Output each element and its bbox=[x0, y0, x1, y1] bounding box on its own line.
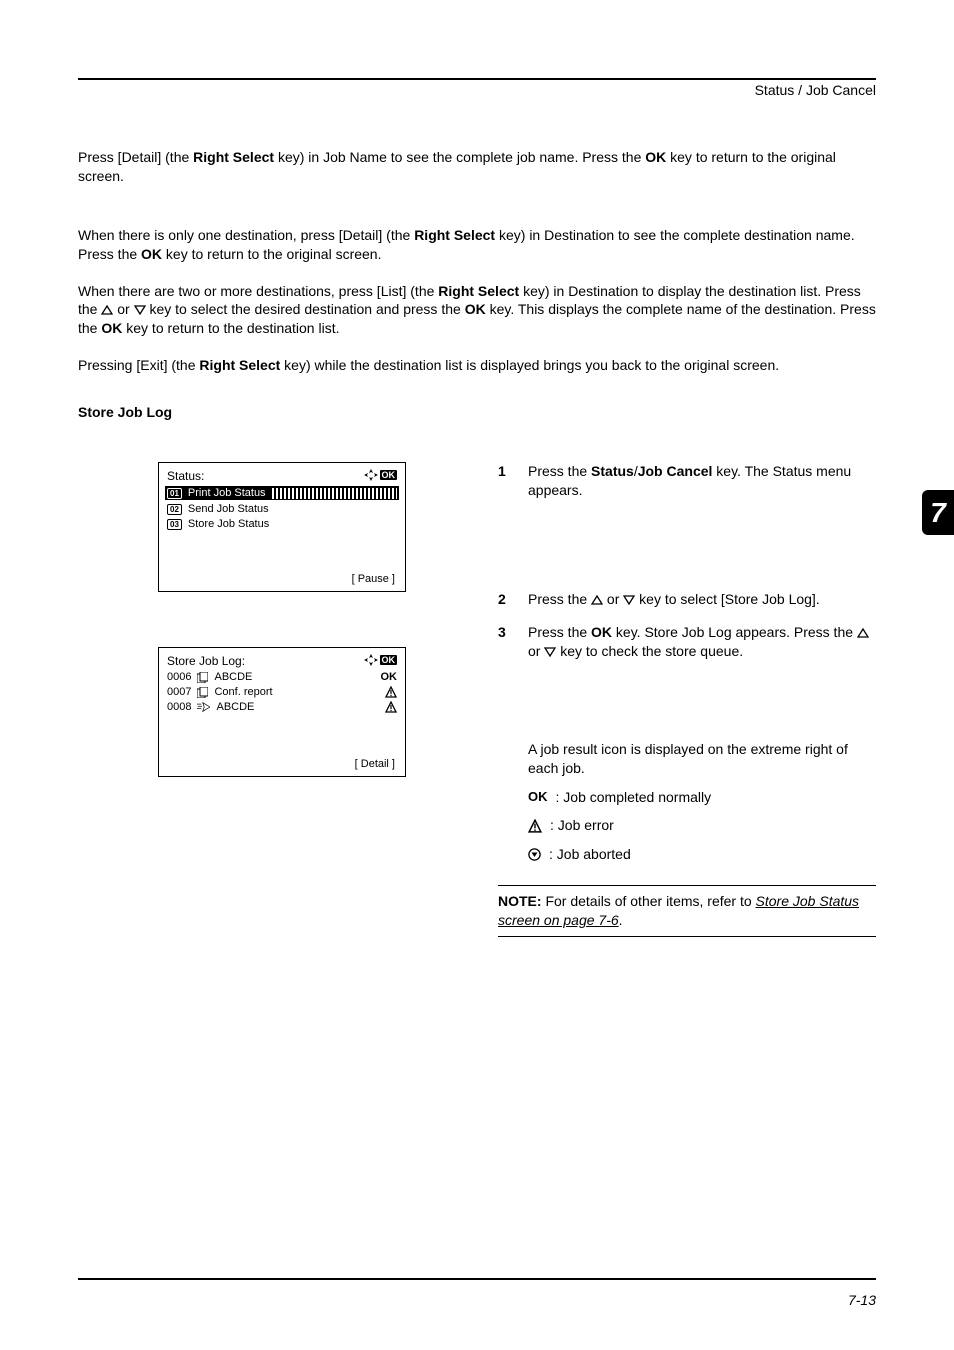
down-triangle-icon bbox=[623, 595, 635, 605]
scan-icon bbox=[197, 672, 208, 683]
result-explain: A job result icon is displayed on the ex… bbox=[528, 740, 876, 936]
scan-icon bbox=[197, 687, 208, 698]
warning-icon bbox=[385, 686, 397, 698]
warning-icon bbox=[528, 819, 542, 833]
menu-item-print-job: 01 Print Job Status bbox=[165, 486, 399, 500]
abort-icon bbox=[528, 847, 541, 860]
send-icon bbox=[197, 702, 210, 712]
result-ok-icon: OK bbox=[381, 671, 398, 683]
paragraph-1: Press [Detail] (the Right Select key) in… bbox=[78, 148, 876, 186]
panel1-title: Status: bbox=[167, 469, 204, 483]
panel2-title: Store Job Log: bbox=[167, 654, 245, 668]
nav-ok-icon: OK bbox=[364, 654, 398, 666]
step-2: 2 Press the or key to select [Store Job … bbox=[498, 590, 876, 609]
nav-ok-icon: OK bbox=[364, 469, 398, 481]
result-abort-line: : Job aborted bbox=[528, 845, 876, 863]
step-1: 1 Press the Status/Job Cancel key. The S… bbox=[498, 462, 876, 500]
panel1-softkey: [ Pause ] bbox=[352, 573, 395, 585]
paragraph-2: When there is only one destination, pres… bbox=[78, 226, 876, 264]
paragraph-3: When there are two or more destinations,… bbox=[78, 282, 876, 339]
log-row-2: 0007 Conf. report bbox=[167, 686, 397, 698]
menu-item-send-job: 02 Send Job Status bbox=[167, 503, 397, 515]
log-row-3: 0008 ABCDE bbox=[167, 701, 397, 713]
up-triangle-icon bbox=[591, 595, 603, 605]
header-section-title: Status / Job Cancel bbox=[78, 82, 876, 98]
up-triangle-icon bbox=[101, 305, 113, 315]
result-ok-line: OK : Job completed normally bbox=[528, 788, 876, 806]
note-block: NOTE: For details of other items, refer … bbox=[498, 885, 876, 937]
down-triangle-icon bbox=[544, 647, 556, 657]
log-row-1: 0006 ABCDE OK bbox=[167, 671, 397, 683]
status-panel: Status: OK 01 Print Job Status 02 Send J… bbox=[158, 462, 406, 592]
paragraph-4: Pressing [Exit] (the Right Select key) w… bbox=[78, 356, 876, 375]
up-triangle-icon bbox=[857, 628, 869, 638]
step-3: 3 Press the OK key. Store Job Log appear… bbox=[498, 623, 876, 661]
result-error-line: : Job error bbox=[528, 816, 876, 834]
warning-icon bbox=[385, 701, 397, 713]
down-triangle-icon bbox=[134, 305, 146, 315]
page-number: 7-13 bbox=[848, 1292, 876, 1308]
panel2-softkey: [ Detail ] bbox=[355, 758, 395, 770]
store-job-log-panel: Store Job Log: OK 0006 ABCDE OK bbox=[158, 647, 406, 777]
heading-store-job-log: Store Job Log bbox=[78, 403, 876, 422]
menu-item-store-job: 03 Store Job Status bbox=[167, 518, 397, 530]
section-tab: 7 bbox=[922, 490, 954, 535]
